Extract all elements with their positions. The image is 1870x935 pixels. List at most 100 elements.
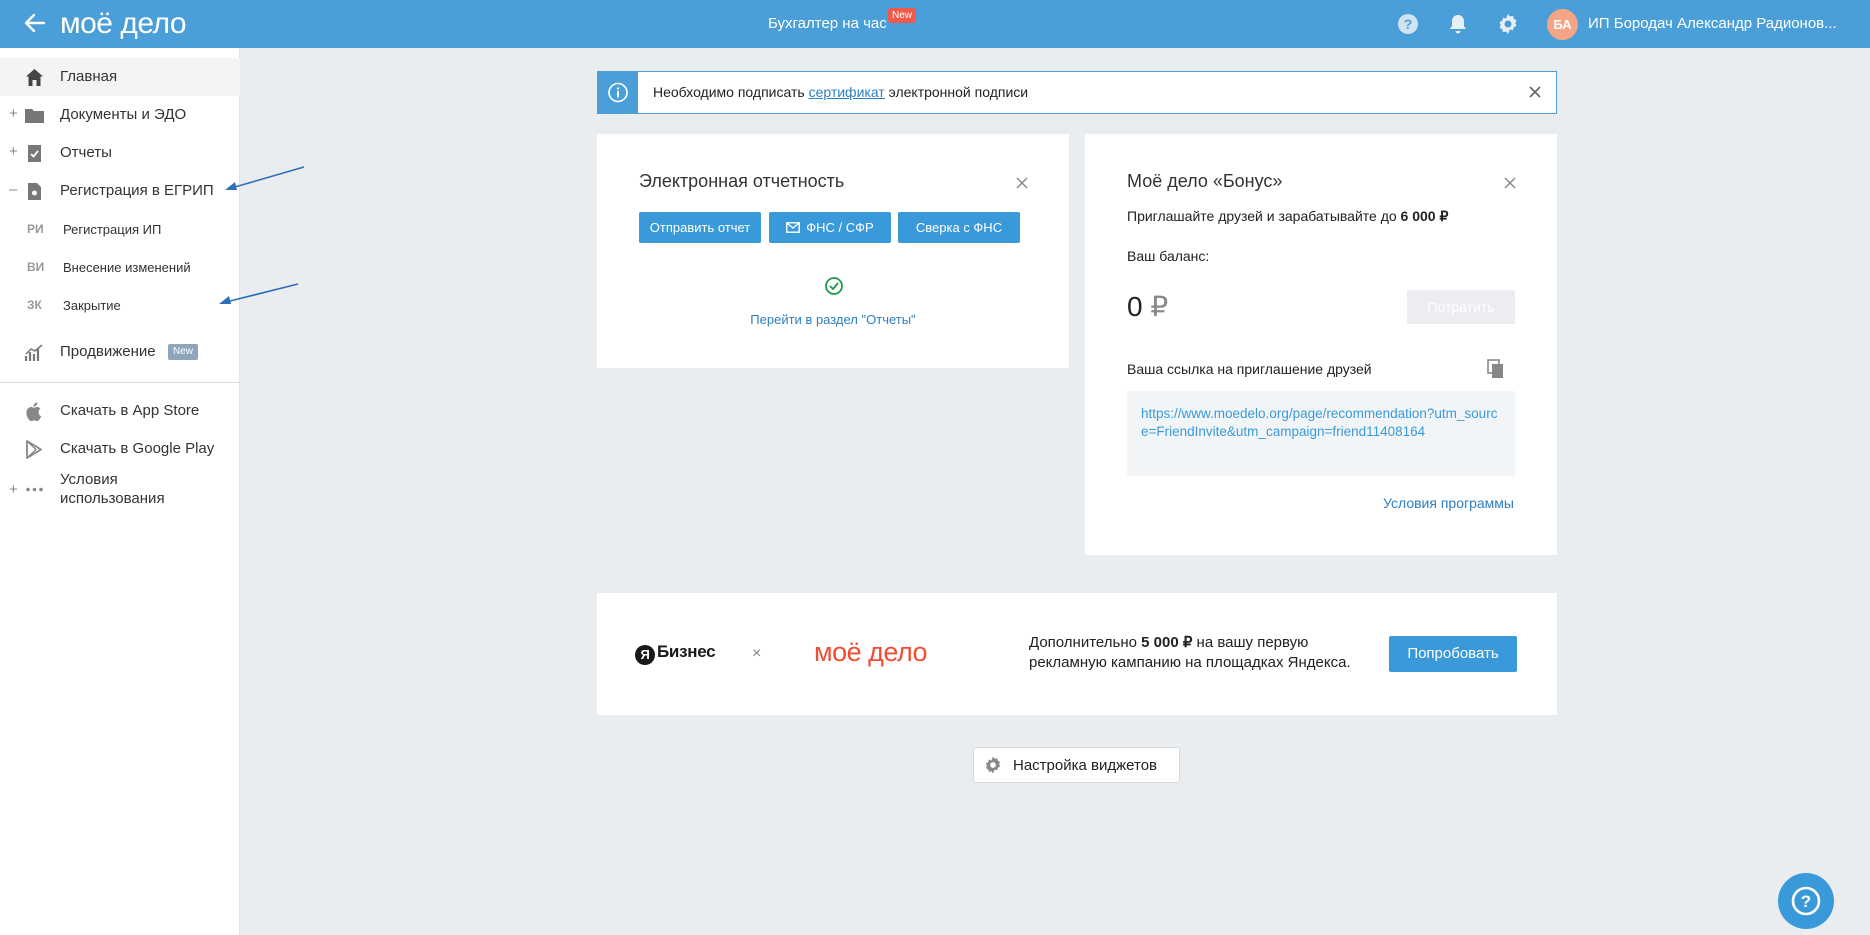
sidebar-item-label: Продвижение: [60, 343, 156, 360]
expand-icon[interactable]: +: [9, 481, 21, 498]
try-button[interactable]: Попробовать: [1389, 636, 1517, 672]
mail-icon: [786, 222, 801, 233]
yandex-letter: Я: [635, 645, 655, 665]
promo-text-prefix: Дополнительно: [1029, 634, 1142, 651]
sidebar-subitem-closing[interactable]: ЗК Закрытие: [0, 289, 240, 321]
bell-icon[interactable]: [1446, 12, 1470, 36]
expand-icon[interactable]: +: [9, 143, 21, 160]
new-badge: New: [168, 344, 199, 360]
more-icon: [26, 487, 43, 492]
subitem-abbr: ВИ: [27, 260, 45, 274]
certificate-link[interactable]: сертификат: [809, 84, 885, 100]
svg-text:?: ?: [1404, 16, 1413, 32]
google-play-icon: [26, 440, 42, 459]
yandex-promo-card: Я Бизнес × моё дело Дополнительно 5 000 ₽…: [597, 593, 1557, 715]
chart-icon: [24, 344, 43, 361]
back-arrow-icon[interactable]: [22, 10, 48, 36]
widget-settings-button[interactable]: Настройка виджетов: [973, 747, 1180, 783]
sidebar-item-label: Скачать в App Store: [60, 402, 200, 419]
close-icon[interactable]: [1502, 175, 1518, 191]
sidebar-item-label: Главная: [60, 68, 118, 85]
fns-sfr-label: ФНС / СФР: [806, 220, 874, 235]
sidebar: Главная + Документы и ЭДО + Отчеты – Рег…: [0, 48, 240, 935]
help-chat-button[interactable]: ?: [1778, 873, 1834, 929]
sidebar-item-terms[interactable]: + Условия использования: [0, 471, 240, 520]
gear-icon: [985, 756, 1001, 774]
cross-separator: ×: [752, 645, 762, 662]
gear-icon[interactable]: [1496, 12, 1520, 36]
go-to-reports-link[interactable]: Перейти в раздел "Отчеты": [597, 312, 1069, 327]
bonus-subtitle-text: Приглашайте друзей и зарабатывайте до: [1127, 208, 1401, 224]
avatar[interactable]: БА: [1547, 9, 1578, 40]
sidebar-item-home[interactable]: Главная: [0, 58, 240, 96]
help-icon[interactable]: ?: [1396, 12, 1420, 36]
annotation-arrow: [219, 283, 299, 304]
promo-text-suffix: на вашу первую: [1192, 634, 1309, 651]
apple-icon: [26, 402, 42, 422]
svg-text:?: ?: [1801, 892, 1811, 911]
e-reporting-card: Электронная отчетность Отправить отчет Ф…: [597, 134, 1069, 368]
sidebar-item-documents[interactable]: + Документы и ЭДО: [0, 96, 240, 134]
partner-name: Бизнес: [657, 642, 716, 661]
promo-amount: 5 000 ₽: [1141, 634, 1193, 651]
collapse-icon[interactable]: –: [9, 181, 21, 198]
copy-icon[interactable]: [1485, 358, 1507, 380]
fns-reconciliation-button[interactable]: Сверка с ФНС: [898, 212, 1020, 243]
close-icon[interactable]: [1014, 175, 1030, 191]
card-title: Электронная отчетность: [639, 171, 845, 191]
sidebar-item-promotion[interactable]: Продвижение New: [0, 333, 240, 371]
balance-number: 0: [1127, 291, 1143, 322]
accountant-per-hour-link[interactable]: Бухгалтер на час: [768, 15, 887, 32]
subitem-label: Закрытие: [63, 298, 121, 313]
annotation-arrow: [225, 166, 305, 190]
sidebar-item-label: Регистрация в ЕГРИП: [60, 182, 214, 199]
subitem-label: Внесение изменений: [63, 260, 191, 275]
registration-icon: [28, 183, 41, 200]
notice-text: Необходимо подписать сертификат электрон…: [653, 84, 1028, 100]
sidebar-divider: [0, 382, 240, 383]
label-line-1: Условия: [60, 471, 118, 488]
send-report-button[interactable]: Отправить отчет: [639, 212, 761, 243]
sidebar-item-label: Скачать в Google Play: [60, 440, 215, 457]
balance-label: Ваш баланс:: [1127, 248, 1210, 264]
promo-text: Дополнительно 5 000 ₽ на вашу первую рекл…: [1029, 633, 1351, 673]
spend-button[interactable]: Потратить: [1407, 290, 1515, 324]
balance-value: 0 ₽: [1127, 290, 1168, 323]
sidebar-item-reports[interactable]: + Отчеты: [0, 134, 240, 172]
sidebar-item-label: Условия использования: [60, 470, 210, 508]
program-terms-link[interactable]: Условия программы: [1383, 495, 1514, 511]
sidebar-subitem-ip-registration[interactable]: РИ Регистрация ИП: [0, 213, 240, 245]
report-icon: [28, 145, 41, 162]
expand-icon[interactable]: +: [9, 105, 21, 122]
check-circle-icon: [825, 277, 843, 295]
info-icon: [598, 72, 638, 113]
user-name[interactable]: ИП Бородач Александр Радионов...: [1588, 15, 1837, 32]
home-icon: [26, 69, 43, 86]
fns-sfr-button[interactable]: ФНС / СФР: [769, 212, 891, 243]
moedelo-logo: моё дело: [814, 637, 928, 667]
subitem-label: Регистрация ИП: [63, 222, 162, 237]
invite-link[interactable]: https://www.moedelo.org/page/recommendat…: [1127, 391, 1515, 476]
sidebar-item-registration[interactable]: – Регистрация в ЕГРИП: [0, 172, 240, 210]
sidebar-item-label: Отчеты: [60, 144, 112, 161]
sidebar-subitem-changes[interactable]: ВИ Внесение изменений: [0, 251, 240, 283]
yandex-business-logo: Я Бизнес: [635, 642, 716, 665]
subitem-abbr: РИ: [27, 222, 44, 236]
sidebar-item-app-store[interactable]: Скачать в App Store: [0, 392, 240, 430]
notice-text-before: Необходимо подписать: [653, 84, 809, 100]
bonus-amount: 6 000 ₽: [1400, 208, 1449, 224]
close-icon[interactable]: [1526, 83, 1544, 101]
subitem-abbr: ЗК: [27, 298, 42, 312]
help-icon: ?: [1791, 886, 1821, 916]
certificate-notice: Необходимо подписать сертификат электрон…: [597, 71, 1557, 114]
sidebar-item-google-play[interactable]: Скачать в Google Play: [0, 430, 240, 468]
sidebar-item-label: Документы и ЭДО: [60, 106, 187, 123]
top-header: моё дело Бухгалтер на час New ? БА ИП Бо…: [0, 0, 1870, 48]
card-title: Моё дело «Бонус»: [1127, 171, 1283, 191]
invite-label: Ваша ссылка на приглашение друзей: [1127, 361, 1372, 377]
notice-text-after: электронной подписи: [884, 84, 1029, 100]
promo-text-line2: рекламную кампанию на площадках Яндекса.: [1029, 654, 1351, 671]
new-badge: New: [888, 8, 917, 23]
label-line-2: использования: [60, 490, 165, 507]
app-logo[interactable]: моё дело: [60, 6, 187, 42]
